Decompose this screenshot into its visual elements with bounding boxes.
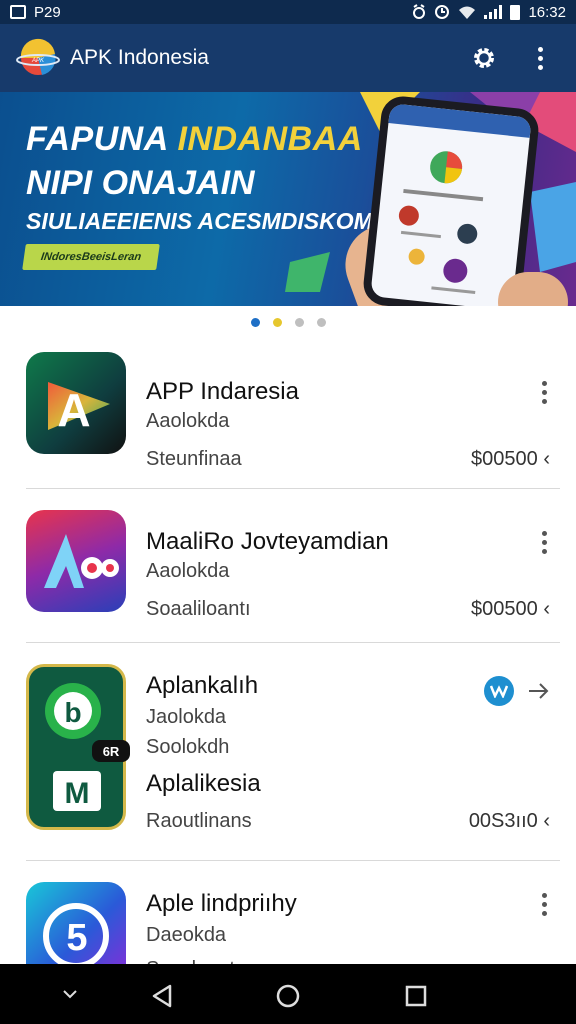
app-bar: APK APK Indonesia <box>0 24 576 92</box>
carousel-dot[interactable] <box>272 318 282 327</box>
carousel-indicator <box>0 318 576 327</box>
kebab-icon <box>537 46 543 70</box>
keyboard-hide-button[interactable] <box>58 984 82 1004</box>
battery-icon <box>510 4 521 20</box>
app-title: APP Indaresia <box>146 378 299 405</box>
signal-icon <box>484 5 503 19</box>
svg-text:APK: APK <box>31 58 45 64</box>
app-developer: Jaolokda <box>146 706 227 728</box>
settings-button[interactable] <box>464 38 504 78</box>
home-button[interactable] <box>274 982 302 1010</box>
list-item[interactable]: MaaliRo Jovteyamdian Aaolokda Soaaliloan… <box>0 510 576 640</box>
app-developer: Daeokda <box>146 924 227 946</box>
item-menu-button[interactable] <box>534 890 554 918</box>
image-notification-icon <box>10 5 26 19</box>
chevron-left-icon: ‹ <box>543 598 550 620</box>
carousel-dot[interactable] <box>294 318 304 327</box>
promo-banner[interactable]: FAPUNA INDANBAA NIPI ONAJAIN SIULIAEEIEN… <box>0 92 576 306</box>
chevron-left-icon: ‹ <box>543 448 550 470</box>
app-title: Aplankalıh <box>146 672 259 699</box>
kebab-icon <box>541 892 547 916</box>
recents-square-icon <box>405 985 427 1007</box>
open-button[interactable] <box>526 676 552 706</box>
kebab-icon <box>541 530 547 554</box>
svg-text:5: 5 <box>66 917 87 959</box>
kebab-icon <box>541 380 547 404</box>
recents-button[interactable] <box>402 982 430 1010</box>
item-menu-button[interactable] <box>534 528 554 556</box>
divider <box>26 860 560 861</box>
home-circle-icon <box>276 984 300 1008</box>
arrow-right-icon <box>529 683 549 699</box>
app-price: $00500 ‹ <box>471 598 550 620</box>
app-title: APK Indonesia <box>70 46 209 69</box>
list-item[interactable]: b M 6R Aplankalıh Jaolokda Soolokdh Apla… <box>0 664 576 844</box>
system-nav-bar <box>0 964 576 1024</box>
app-developer: Aaolokda <box>146 410 230 432</box>
list-item[interactable]: A APP Indaresia Aaolokda Steunfinaa $005… <box>0 352 576 490</box>
overflow-menu-button[interactable] <box>520 38 560 78</box>
back-button[interactable] <box>148 982 176 1010</box>
app-developer: Aaolokda <box>146 560 230 582</box>
banner-headline-2: NIPI ONAJAIN <box>26 164 255 202</box>
app-badge: 6R <box>92 740 130 762</box>
app-logo-icon: APK <box>16 36 60 80</box>
app-subtitle: Aplalikesia <box>146 770 261 797</box>
clock-icon <box>435 5 450 19</box>
app-icon[interactable] <box>26 510 126 612</box>
banner-headline-1: FAPUNA INDANBAA <box>26 120 363 158</box>
carousel-dot[interactable] <box>250 318 260 327</box>
svg-text:M: M <box>65 777 90 810</box>
list-item[interactable]: 5 Aple lindpriıhy Daeokda Scaulannt <box>0 882 576 984</box>
chevron-left-icon: ‹ <box>543 810 550 832</box>
app-icon[interactable]: A <box>26 352 126 454</box>
divider <box>26 488 560 489</box>
wifi-icon <box>459 6 476 19</box>
app-category: Steunfinaa <box>146 448 242 470</box>
app-title: Aple lindpriıhy <box>146 890 297 917</box>
carousel-dot[interactable] <box>316 318 326 327</box>
verified-badge-icon <box>484 676 514 706</box>
app-price: $00500 ‹ <box>471 448 550 470</box>
banner-cta-button[interactable]: INdoresBeeisLeran <box>22 244 160 270</box>
chevron-down-icon <box>63 990 77 999</box>
status-left-text: P29 <box>34 3 61 21</box>
divider <box>26 642 560 643</box>
item-menu-button[interactable] <box>534 378 554 406</box>
alarm-icon <box>413 4 426 19</box>
gear-icon <box>474 48 494 68</box>
svg-text:b: b <box>64 697 81 728</box>
app-tagline: Raoutlinans <box>146 810 252 832</box>
app-category: Soolokdh <box>146 736 230 758</box>
svg-text:A: A <box>57 384 90 436</box>
app-title: MaaliRo Jovteyamdian <box>146 528 389 555</box>
app-category: Soaaliloantı <box>146 598 251 620</box>
status-bar: P29 16:32 <box>0 0 576 24</box>
status-time: 16:32 <box>528 3 566 21</box>
app-price: 00S3ıı0 ‹ <box>468 810 550 832</box>
banner-subheadline: SIULIAEEIENIS ACESMDISKOM <box>26 208 373 234</box>
back-triangle-icon <box>152 984 172 1008</box>
